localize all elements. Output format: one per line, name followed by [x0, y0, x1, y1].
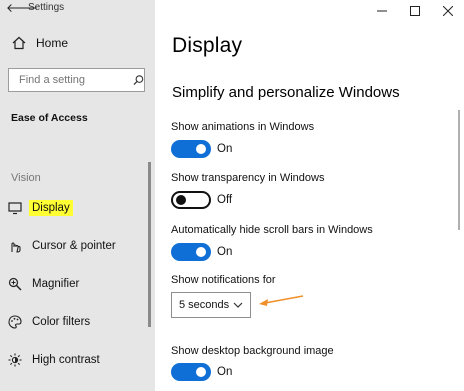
animations-state: On: [217, 143, 233, 155]
toggle-knob: [196, 247, 206, 257]
section-heading: Ease of Access: [11, 112, 88, 124]
sidebar: 🡐 Settings Home Ease of Access Vision Di…: [0, 0, 155, 391]
search-input[interactable]: [9, 73, 131, 87]
sidebar-item-label: Display: [29, 200, 73, 216]
sidebar-scrollbar[interactable]: [148, 162, 151, 327]
toggle-knob: [176, 195, 186, 205]
sidebar-item-high-contrast[interactable]: High contrast: [0, 346, 148, 374]
desktop-background-state: On: [217, 366, 233, 378]
magnifier-icon: [8, 277, 22, 291]
animations-label: Show animations in Windows: [171, 121, 315, 133]
dropdown-value: 5 seconds: [179, 299, 230, 311]
group-label-vision: Vision: [11, 172, 41, 184]
transparency-state: Off: [217, 194, 233, 206]
sidebar-item-label: Cursor & pointer: [32, 240, 116, 252]
search-icon[interactable]: [133, 74, 144, 86]
brightness-icon: [8, 353, 22, 367]
main-content: Display Simplify and personalize Windows…: [155, 0, 464, 391]
monitor-icon: [8, 202, 22, 215]
notifications-label: Show notifications for: [171, 274, 276, 286]
pointer-hand-icon: [11, 242, 21, 253]
sidebar-item-color-filters[interactable]: Color filters: [0, 308, 148, 336]
main-scrollbar[interactable]: [458, 110, 460, 230]
section-subheading: Simplify and personalize Windows: [172, 84, 400, 101]
sidebar-item-label: High contrast: [32, 354, 100, 366]
search-box[interactable]: [8, 68, 145, 92]
scrollbars-toggle[interactable]: [171, 243, 211, 261]
settings-window: 🡐 Settings Home Ease of Access Vision Di…: [0, 0, 464, 391]
annotation-arrow-icon: [259, 295, 304, 306]
sidebar-item-display[interactable]: Display: [0, 194, 148, 222]
chevron-down-icon: [233, 302, 243, 308]
animations-toggle[interactable]: [171, 140, 211, 158]
desktop-background-toggle[interactable]: [171, 363, 211, 381]
scrollbars-label: Automatically hide scroll bars in Window…: [171, 224, 373, 236]
scrollbars-state: On: [217, 246, 233, 258]
page-title: Display: [172, 34, 243, 57]
sidebar-item-label: Magnifier: [32, 278, 80, 290]
transparency-label: Show transparency in Windows: [171, 172, 325, 184]
toggle-knob: [196, 367, 206, 377]
toggle-knob: [196, 144, 206, 154]
sidebar-item-magnifier[interactable]: Magnifier: [0, 270, 148, 298]
app-title: Settings: [28, 1, 65, 13]
sidebar-item-label: Color filters: [32, 316, 91, 328]
back-arrow-icon[interactable]: 🡐: [6, 0, 38, 15]
notifications-dropdown[interactable]: 5 seconds: [171, 292, 251, 318]
titlebar: 🡐 Settings: [6, 0, 65, 15]
desktop-background-label: Show desktop background image: [171, 345, 334, 357]
palette-icon: [8, 315, 22, 329]
transparency-toggle[interactable]: [171, 191, 211, 209]
home-link[interactable]: Home: [12, 36, 68, 50]
home-label: Home: [36, 36, 69, 50]
home-icon: [12, 36, 26, 50]
sidebar-item-cursor-pointer[interactable]: Cursor & pointer: [0, 232, 148, 260]
